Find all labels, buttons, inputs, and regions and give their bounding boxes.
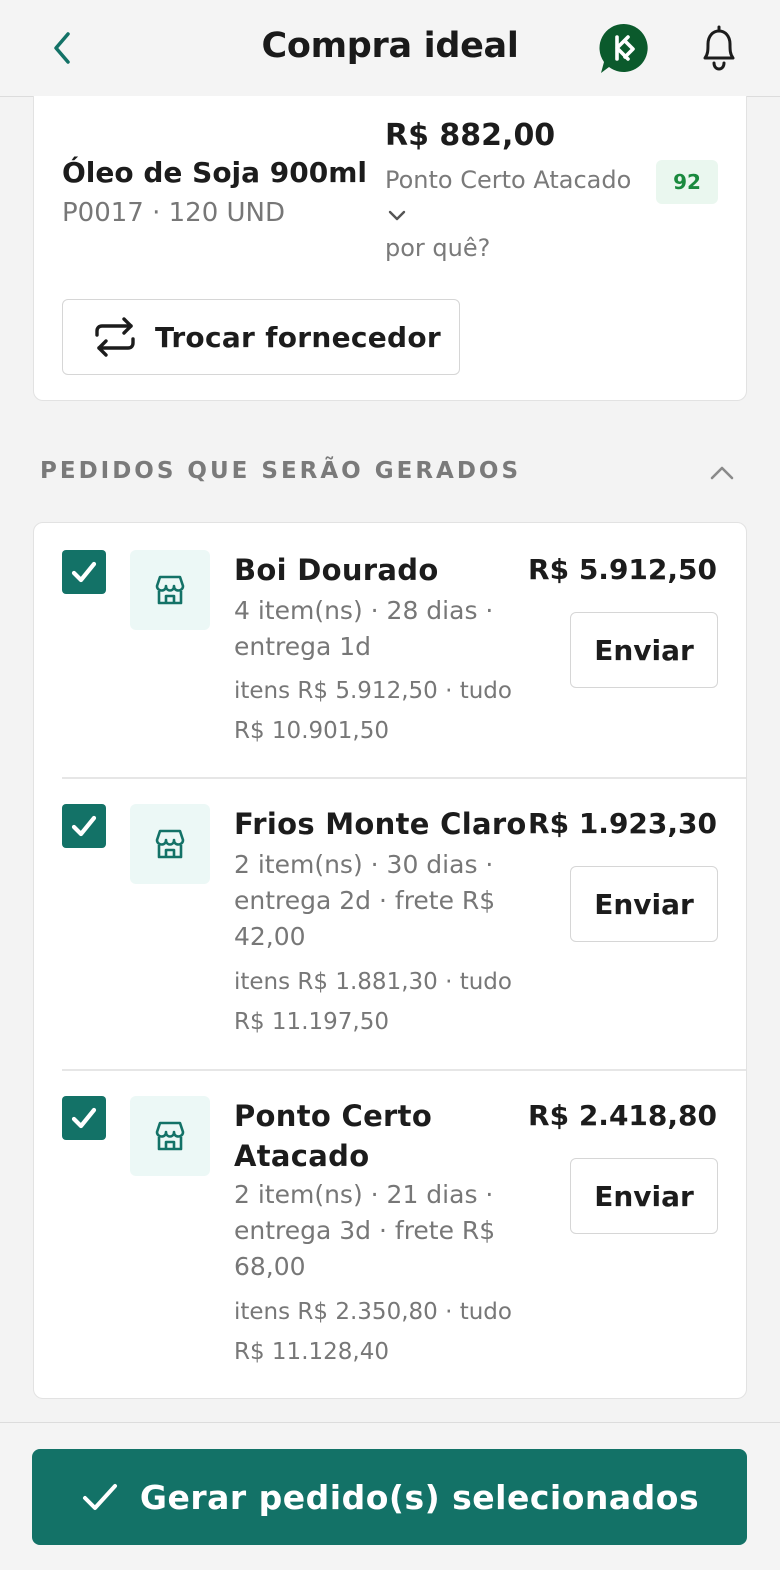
send-order-button[interactable]: Enviar (570, 1158, 718, 1234)
swap-supplier-button[interactable]: Trocar fornecedor (62, 299, 460, 375)
order-meta: 4 item(ns) · 28 dias · entrega 1d (234, 596, 494, 661)
chevron-up-icon (710, 466, 734, 480)
order-supplier-name: Ponto Certo Atacado (234, 1099, 433, 1173)
order-checkbox[interactable] (62, 1096, 106, 1140)
why-link[interactable]: por quê? (385, 234, 490, 262)
swap-supplier-label: Trocar fornecedor (155, 320, 442, 354)
product-price: R$ 882,00 (385, 118, 556, 153)
order-price: R$ 1.923,30 (528, 807, 717, 840)
order-checkbox[interactable] (62, 550, 106, 594)
order-supplier-name: Boi Dourado (234, 553, 439, 587)
send-order-button[interactable]: Enviar (570, 612, 718, 688)
order-meta: 2 item(ns) · 21 dias · entrega 3d · fret… (234, 1180, 496, 1281)
product-code-qty: P0017 · 120 UND (62, 198, 286, 228)
store-icon-box (130, 550, 210, 630)
product-card: Óleo de Soja 900ml P0017 · 120 UND R$ 88… (33, 96, 747, 401)
section-title: PEDIDOS QUE SERÃO GERADOS (40, 458, 522, 484)
expand-reason-button[interactable] (386, 204, 408, 226)
order-totals: itens R$ 2.350,80 · tudo R$ 11.128,40 (234, 1299, 512, 1365)
check-icon (82, 1484, 117, 1510)
order-price: R$ 2.418,80 (528, 1099, 717, 1132)
collapse-section-button[interactable] (702, 455, 742, 491)
store-icon-box (130, 804, 210, 884)
footer-bar: Gerar pedido(s) selecionados (0, 1422, 780, 1570)
store-icon-box (130, 1096, 210, 1176)
order-row: Frios Monte Claro 2 item(ns) · 30 dias ·… (34, 778, 745, 1069)
score-badge: 92 (656, 160, 718, 204)
chevron-down-icon (388, 210, 406, 221)
order-checkbox[interactable] (62, 804, 106, 848)
send-order-button[interactable]: Enviar (570, 866, 718, 942)
page-title: Compra ideal (261, 26, 519, 66)
order-row: Boi Dourado 4 item(ns) · 28 dias · entre… (34, 523, 745, 778)
store-icon (155, 1121, 185, 1151)
notifications-button[interactable] (694, 22, 744, 74)
orders-card: Boi Dourado 4 item(ns) · 28 dias · entre… (33, 522, 747, 1399)
product-name: Óleo de Soja 900ml (62, 156, 368, 189)
order-totals: itens R$ 5.912,50 · tudo R$ 10.901,50 (234, 678, 512, 744)
brand-logo-icon (599, 23, 648, 73)
generate-orders-button[interactable]: Gerar pedido(s) selecionados (32, 1449, 747, 1545)
order-supplier-name: Frios Monte Claro (234, 807, 527, 841)
store-icon (155, 575, 185, 605)
brand-button[interactable] (598, 22, 650, 74)
store-icon (155, 829, 185, 859)
order-totals: itens R$ 1.881,30 · tudo R$ 11.197,50 (234, 969, 512, 1035)
check-icon (71, 561, 97, 583)
order-price: R$ 5.912,50 (528, 553, 717, 586)
order-meta: 2 item(ns) · 30 dias · entrega 2d · fret… (234, 850, 496, 951)
app-header: Compra ideal (0, 0, 780, 97)
check-icon (71, 1107, 97, 1129)
order-row: Ponto Certo Atacado 2 item(ns) · 21 dias… (34, 1070, 745, 1400)
swap-arrows-icon (95, 317, 135, 357)
product-supplier: Ponto Certo Atacado (385, 166, 632, 194)
check-icon (71, 815, 97, 837)
bell-icon (703, 25, 735, 71)
generate-orders-label: Gerar pedido(s) selecionados (139, 1477, 700, 1517)
